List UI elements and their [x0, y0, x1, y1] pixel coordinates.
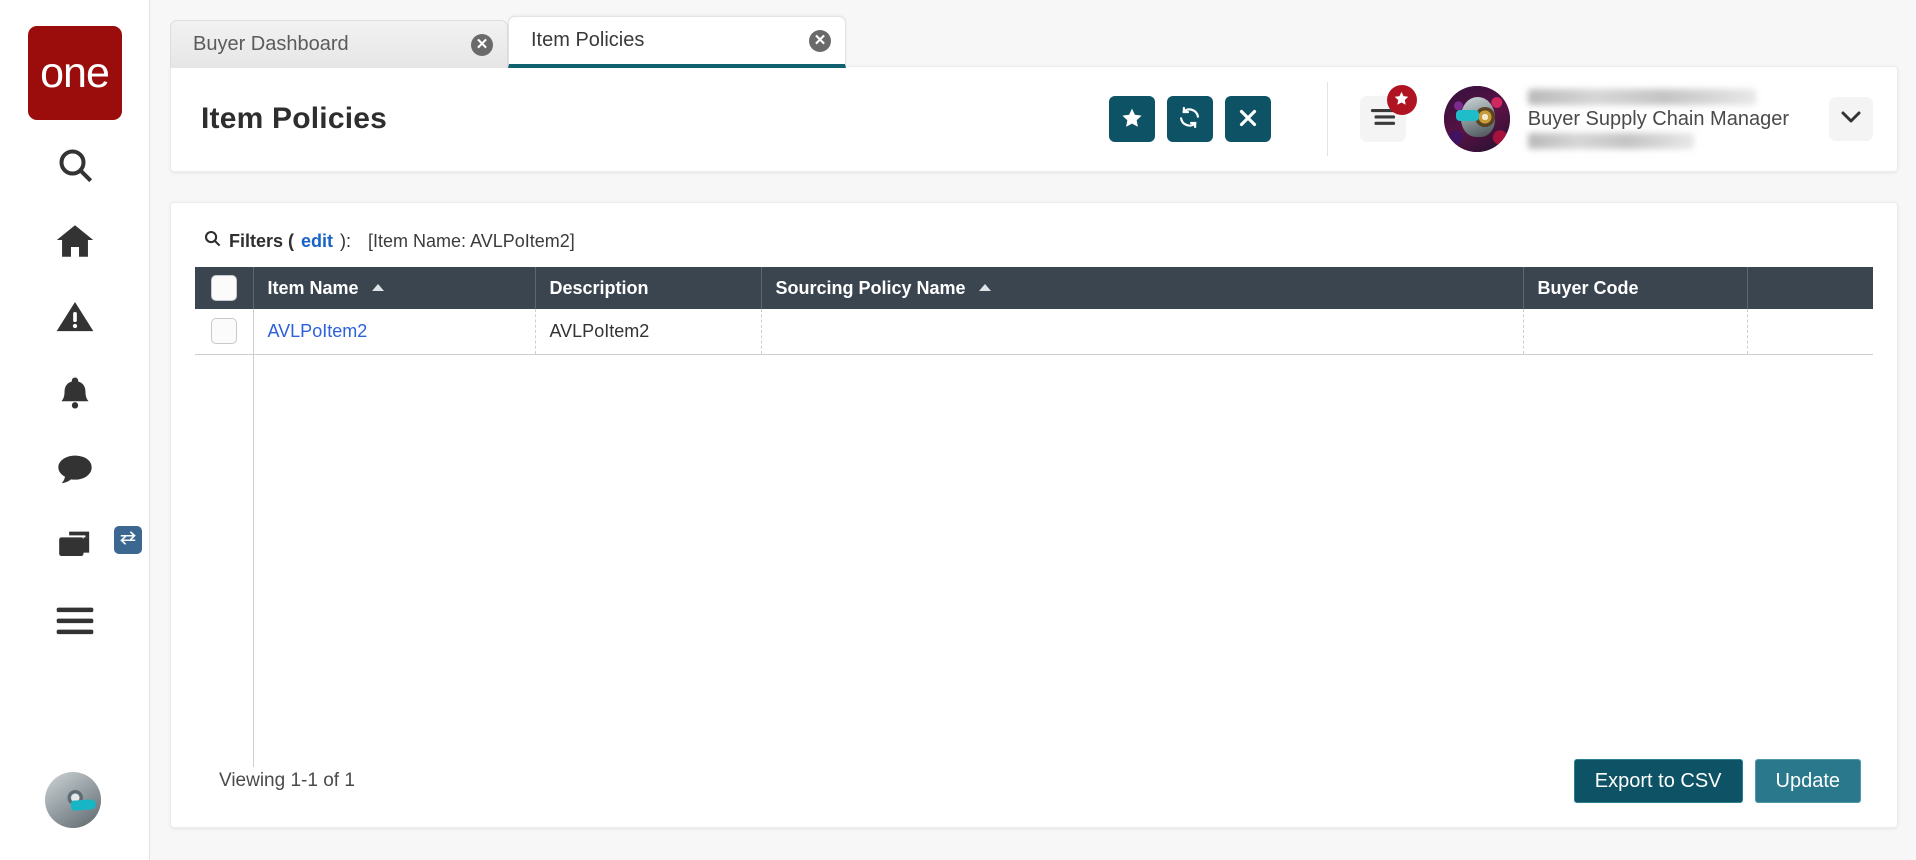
table-row[interactable]: AVLPoItem2 AVLPoItem2	[195, 309, 1873, 355]
cell-spacer	[1747, 309, 1873, 355]
user-name-redacted	[1527, 89, 1756, 105]
filters-edit-link[interactable]: edit	[301, 231, 333, 252]
column-header-item-name[interactable]: Item Name	[253, 267, 536, 309]
cell-buyer-code	[1523, 309, 1748, 355]
table-header: Item Name Description Sourcing Policy Na…	[195, 267, 1873, 309]
select-all-header[interactable]	[195, 267, 254, 309]
page-header-card: Item Policies Buyer Supply Chain Manager	[170, 66, 1898, 172]
sort-ascending-icon	[978, 283, 991, 291]
sidebar-item-home[interactable]	[38, 210, 112, 272]
footer-action-buttons: Export to CSV Update	[1573, 759, 1861, 803]
chat-icon	[55, 449, 95, 489]
table-header-row: Item Name Description Sourcing Policy Na…	[195, 267, 1873, 309]
sidebar-item-messages[interactable]	[38, 438, 112, 500]
filters-active-value: [Item Name: AVLPoItem2]	[368, 230, 575, 251]
header-divider	[1326, 82, 1328, 156]
filters-label: Filters (	[229, 230, 295, 251]
tab-strip: Buyer Dashboard ✕ Item Policies ✕	[170, 16, 846, 68]
column-header-buyer-code[interactable]: Buyer Code	[1523, 267, 1748, 309]
select-all-checkbox[interactable]	[210, 275, 237, 301]
star-icon	[1393, 90, 1410, 111]
tab-label: Buyer Dashboard	[193, 33, 349, 55]
close-button[interactable]	[1224, 96, 1271, 142]
user-company-redacted	[1527, 133, 1694, 149]
swap-arrows-icon	[119, 530, 137, 551]
filters-label-tail: ):	[340, 230, 352, 251]
windows-icon	[55, 525, 95, 565]
item-name-link[interactable]: AVLPoItem2	[268, 321, 368, 341]
column-header-sourcing-policy-name[interactable]: Sourcing Policy Name	[761, 267, 1524, 309]
avatar[interactable]	[1443, 86, 1510, 152]
export-to-csv-button[interactable]: Export to CSV	[1573, 759, 1743, 803]
search-icon	[203, 229, 222, 253]
record-count-status: Viewing 1-1 of 1	[219, 770, 355, 791]
column-label: Description	[549, 277, 649, 298]
close-icon	[1236, 106, 1260, 133]
sidebar-item-menu[interactable]	[38, 590, 112, 652]
filters-bar: Filters ( edit ): [Item Name: AVLPoItem2…	[171, 203, 1897, 267]
star-icon	[1120, 106, 1144, 133]
cell-sourcing-policy-name	[761, 309, 1524, 355]
column-header-spacer	[1747, 267, 1873, 309]
left-icon-rail: one	[0, 0, 150, 860]
sidebar-item-notifications[interactable]	[38, 362, 112, 424]
rail-user-avatar[interactable]	[45, 772, 101, 828]
sidebar-item-alerts[interactable]	[38, 286, 112, 348]
column-label: Item Name	[267, 277, 359, 298]
header-action-buttons	[1108, 96, 1271, 142]
user-profile-area[interactable]: Buyer Supply Chain Manager	[1443, 86, 1873, 152]
brand-logo-text: one	[40, 48, 110, 97]
tab-buyer-dashboard[interactable]: Buyer Dashboard ✕	[170, 20, 508, 68]
search-icon	[55, 145, 95, 185]
column-label: Sourcing Policy Name	[775, 277, 966, 298]
notifications-menu-button[interactable]	[1359, 85, 1417, 142]
tab-label: Item Policies	[531, 29, 645, 51]
row-checkbox[interactable]	[210, 318, 237, 345]
sidebar-item-workspaces[interactable]	[38, 514, 112, 576]
page-title: Item Policies	[201, 102, 388, 135]
menu-badge	[1386, 85, 1417, 115]
cell-description: AVLPoItem2	[535, 309, 762, 355]
user-meta: Buyer Supply Chain Manager	[1527, 89, 1789, 149]
user-role: Buyer Supply Chain Manager	[1527, 108, 1789, 130]
sort-ascending-icon	[371, 283, 384, 291]
card-footer: Viewing 1-1 of 1 Export to CSV Update	[171, 735, 1897, 827]
row-select-cell[interactable]	[195, 309, 254, 355]
tab-item-policies[interactable]: Item Policies ✕	[508, 16, 846, 68]
user-menu-toggle[interactable]	[1829, 97, 1873, 141]
brand-logo[interactable]: one	[27, 26, 122, 120]
bell-icon	[56, 374, 94, 412]
sidebar-item-search[interactable]	[38, 134, 112, 196]
home-icon	[54, 220, 96, 262]
favorite-button[interactable]	[1108, 96, 1155, 142]
table-body: AVLPoItem2 AVLPoItem2	[195, 309, 1873, 355]
main-column: Buyer Dashboard ✕ Item Policies ✕ Item P…	[150, 0, 1916, 860]
rail-collapse-toggle[interactable]	[114, 526, 142, 554]
application-window: one Buyer Dashboard ✕ Item Policies ✕ It…	[0, 0, 1916, 860]
update-button[interactable]: Update	[1754, 759, 1861, 803]
column-label: Buyer Code	[1537, 277, 1639, 298]
alert-icon	[55, 297, 95, 337]
avatar-visor	[1456, 110, 1479, 121]
hamburger-icon	[55, 606, 95, 636]
grid-vertical-rule	[253, 312, 254, 767]
item-policies-table: Item Name Description Sourcing Policy Na…	[195, 267, 1873, 355]
column-header-description[interactable]: Description	[535, 267, 762, 309]
tab-close-icon[interactable]: ✕	[471, 33, 493, 56]
refresh-button[interactable]	[1166, 96, 1213, 142]
content-card: Filters ( edit ): [Item Name: AVLPoItem2…	[170, 202, 1898, 828]
chevron-down-icon	[1839, 109, 1863, 130]
tab-close-icon[interactable]: ✕	[809, 29, 831, 52]
refresh-icon	[1177, 105, 1202, 133]
cell-item-name: AVLPoItem2	[253, 309, 536, 355]
data-grid-wrapper: Item Name Description Sourcing Policy Na…	[195, 267, 1873, 767]
rail-avatar-visor	[70, 799, 96, 811]
